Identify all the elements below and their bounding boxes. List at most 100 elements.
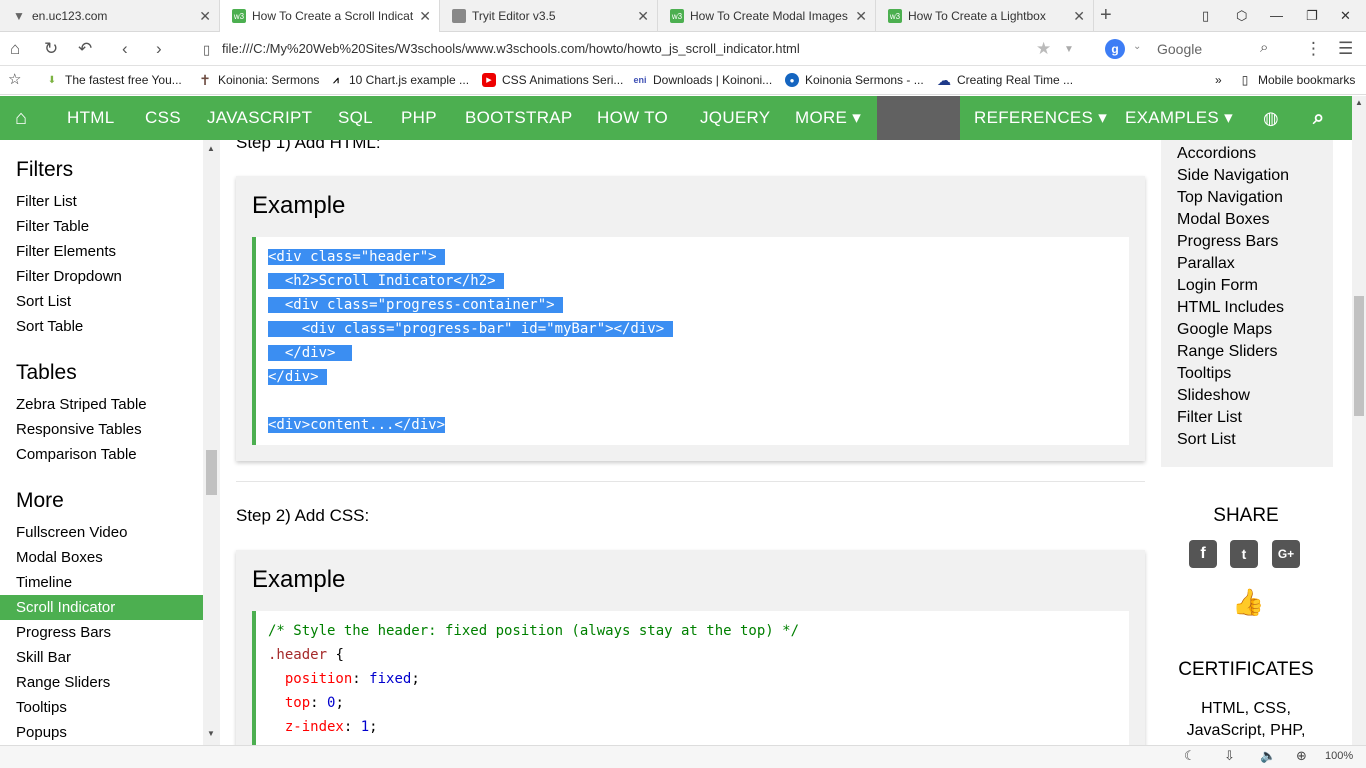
sidebar-item-comparison-table[interactable]: Comparison Table <box>0 442 203 467</box>
close-icon[interactable]: ✕ <box>855 8 867 25</box>
related-link[interactable]: Top Navigation <box>1177 189 1283 207</box>
star-icon[interactable]: ★ <box>1036 39 1051 59</box>
browser-tab[interactable]: w3 How To Create a Lightbox ✕ <box>876 0 1094 32</box>
bookmark-item[interactable]: ⩘ 10 Chart.js example ... <box>329 73 469 87</box>
bookmark-item[interactable]: eni Downloads | Koinoni... <box>633 73 772 87</box>
sidebar-item-popups[interactable]: Popups <box>0 720 203 745</box>
related-link[interactable]: Sort List <box>1177 431 1236 449</box>
restore-icon[interactable]: ❐ <box>1306 8 1318 24</box>
browser-tab-active[interactable]: w3 How To Create a Scroll Indicat ✕ <box>220 0 440 32</box>
sidebar-scrollbar[interactable]: ▲ ▼ <box>203 140 220 745</box>
sidebar-item-zebra-striped-table[interactable]: Zebra Striped Table <box>0 392 203 417</box>
sidebar-item-filter-elements[interactable]: Filter Elements <box>0 239 203 264</box>
nav-sql[interactable]: SQL <box>323 96 388 140</box>
scroll-up-icon[interactable]: ▲ <box>1355 98 1363 107</box>
sidebar-item-responsive-tables[interactable]: Responsive Tables <box>0 417 203 442</box>
home-icon[interactable]: ⌂ <box>10 39 20 59</box>
undo-icon[interactable]: ↶ <box>78 39 92 59</box>
nav-javascript[interactable]: JAVASCRIPT <box>192 96 327 140</box>
browser-tab[interactable]: ▼ en.uc123.com ✕ <box>0 0 220 32</box>
page-scrollbar[interactable]: ▲ <box>1352 96 1366 745</box>
scroll-up-icon[interactable]: ▲ <box>207 144 215 153</box>
related-link[interactable]: Range Sliders <box>1177 343 1278 361</box>
related-link[interactable]: Accordions <box>1177 145 1256 163</box>
volume-icon[interactable]: 🔈 <box>1260 748 1276 764</box>
facebook-icon[interactable]: f <box>1189 540 1217 568</box>
google-plus-icon[interactable]: G+ <box>1272 540 1300 568</box>
nav-php[interactable]: PHP <box>386 96 452 140</box>
related-link[interactable]: Login Form <box>1177 277 1258 295</box>
bookmark-item[interactable]: ● Koinonia Sermons - ... <box>785 73 924 87</box>
download-icon[interactable]: ⇩ <box>1224 748 1235 764</box>
reload-icon[interactable]: ↻ <box>44 39 58 59</box>
back-icon[interactable]: ‹ <box>122 39 128 59</box>
code-block-html[interactable]: <div class="header"> <h2>Scroll Indicato… <box>252 237 1129 445</box>
globe-icon[interactable]: ◍ <box>1248 96 1294 140</box>
code-block-css[interactable]: /* Style the header: fixed position (alw… <box>252 611 1129 745</box>
zoom-level[interactable]: 100% <box>1325 750 1353 762</box>
sidebar-item-tooltips[interactable]: Tooltips <box>0 695 203 720</box>
nav-references[interactable]: REFERENCES ▾ <box>959 96 1122 140</box>
bookmark-star-icon[interactable]: ☆ <box>8 70 21 88</box>
sidebar-item-modal-boxes[interactable]: Modal Boxes <box>0 545 203 570</box>
night-mode-icon[interactable]: ☾ <box>1184 748 1196 764</box>
sidebar-item-timeline[interactable]: Timeline <box>0 570 203 595</box>
sidebar-item-skill-bar[interactable]: Skill Bar <box>0 645 203 670</box>
nav-css[interactable]: CSS <box>130 96 196 140</box>
home-icon[interactable]: ⌂ <box>0 96 42 140</box>
sidebar-item-filter-list[interactable]: Filter List <box>0 189 203 214</box>
nav-jquery[interactable]: JQUERY <box>685 96 785 140</box>
close-icon[interactable]: ✕ <box>637 8 649 25</box>
scroll-down-icon[interactable]: ▼ <box>207 729 215 738</box>
sidebar-item-scroll-indicator[interactable]: Scroll Indicator <box>0 595 203 620</box>
more-menu-icon[interactable]: ⋮ <box>1305 39 1322 59</box>
minimize-icon[interactable]: — <box>1270 8 1283 23</box>
thumbs-up-icon[interactable]: 👍 <box>1232 587 1264 618</box>
browser-tab[interactable]: Tryit Editor v3.5 ✕ <box>440 0 658 32</box>
bookmark-item[interactable]: ☁ Creating Real Time ... <box>937 72 1073 88</box>
related-link[interactable]: Parallax <box>1177 255 1235 273</box>
related-link[interactable]: Tooltips <box>1177 365 1231 383</box>
skin-icon[interactable]: ⬡ <box>1236 8 1247 24</box>
sidebar-item-progress-bars[interactable]: Progress Bars <box>0 620 203 645</box>
sidebar-item-filter-table[interactable]: Filter Table <box>0 214 203 239</box>
sidebar-scrollbar-thumb[interactable] <box>206 450 217 495</box>
related-link[interactable]: HTML Includes <box>1177 299 1284 317</box>
chevron-down-icon[interactable]: ▼ <box>1064 44 1074 55</box>
sidebar-item-filter-dropdown[interactable]: Filter Dropdown <box>0 264 203 289</box>
bookmark-item[interactable]: ▶ CSS Animations Seri... <box>482 73 623 87</box>
mobile-bookmarks[interactable]: ▯ Mobile bookmarks <box>1238 73 1356 87</box>
sidebar-item-range-sliders[interactable]: Range Sliders <box>0 670 203 695</box>
url-field[interactable]: file:///C:/My%20Web%20Sites/W3schools/ww… <box>222 41 800 56</box>
search-box[interactable]: g ⌄ Google ⌕ <box>1105 37 1285 61</box>
search-icon[interactable]: ⌕ <box>1298 96 1340 140</box>
new-tab-icon[interactable]: + <box>1100 4 1112 27</box>
related-link[interactable]: Filter List <box>1177 409 1242 427</box>
related-link[interactable]: Progress Bars <box>1177 233 1278 251</box>
nav-search-area[interactable] <box>877 96 960 140</box>
bookmarks-overflow[interactable]: » <box>1215 73 1222 87</box>
bookmark-item[interactable]: ⬇ The fastest free You... <box>45 73 182 87</box>
hamburger-menu-icon[interactable]: ☰ <box>1338 39 1353 59</box>
twitter-icon[interactable]: t <box>1230 540 1258 568</box>
sidebar-item-sort-table[interactable]: Sort Table <box>0 314 203 339</box>
sidebar-toggle-icon[interactable]: ▯ <box>1202 8 1209 24</box>
close-icon[interactable]: ✕ <box>419 8 431 25</box>
page-scrollbar-thumb[interactable] <box>1354 296 1364 416</box>
close-icon[interactable]: ✕ <box>199 8 211 25</box>
sidebar-item-fullscreen-video[interactable]: Fullscreen Video <box>0 520 203 545</box>
related-link[interactable]: Side Navigation <box>1177 167 1289 185</box>
forward-icon[interactable]: › <box>156 39 162 59</box>
related-link[interactable]: Slideshow <box>1177 387 1250 405</box>
close-window-icon[interactable]: ✕ <box>1340 8 1351 24</box>
search-icon[interactable]: ⌕ <box>1260 39 1268 56</box>
nav-bootstrap[interactable]: BOOTSTRAP <box>450 96 588 140</box>
zoom-icon[interactable]: ⊕ <box>1296 748 1307 764</box>
chevron-down-icon[interactable]: ⌄ <box>1133 41 1141 52</box>
sidebar-item-sort-list[interactable]: Sort List <box>0 289 203 314</box>
nav-html[interactable]: HTML <box>52 96 129 140</box>
browser-tab[interactable]: w3 How To Create Modal Images ✕ <box>658 0 876 32</box>
close-icon[interactable]: ✕ <box>1073 8 1085 25</box>
nav-more[interactable]: MORE ▾ <box>780 96 876 140</box>
bookmark-item[interactable]: ✝ Koinonia: Sermons <box>198 72 319 88</box>
